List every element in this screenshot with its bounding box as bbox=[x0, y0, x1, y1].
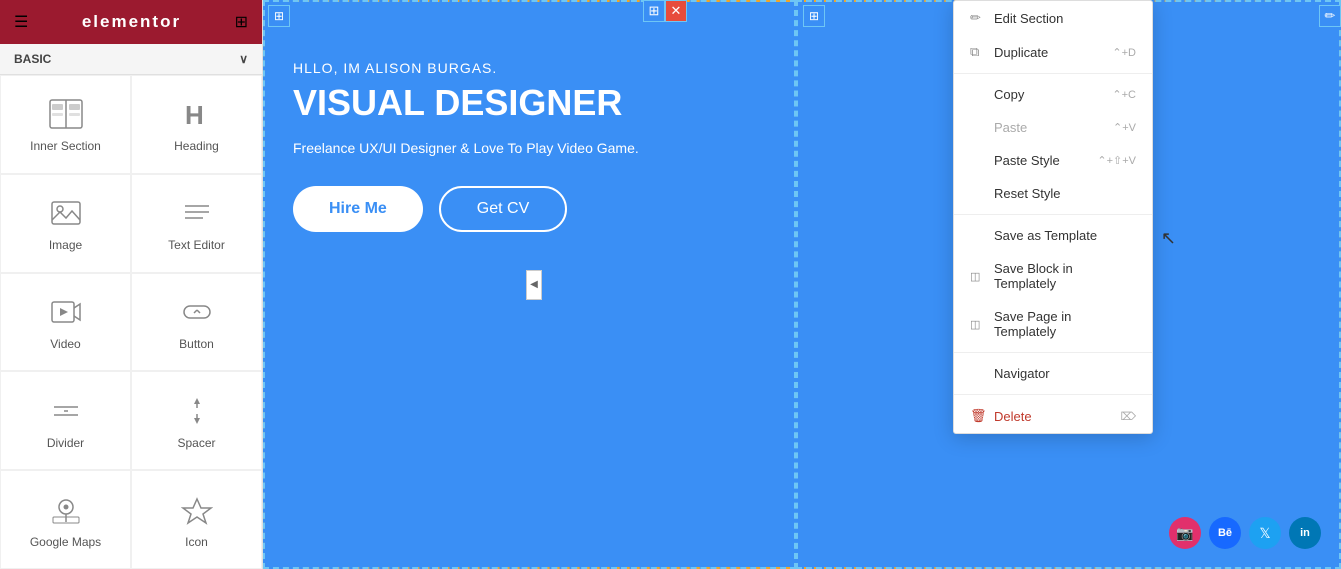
collapse-arrow[interactable]: ◀ bbox=[526, 270, 542, 300]
ctx-copy-label: Copy bbox=[994, 87, 1104, 102]
ctx-save-page[interactable]: ◫ Save Page in Templately bbox=[954, 300, 1152, 348]
ctx-save-template[interactable]: Save as Template bbox=[954, 219, 1152, 252]
col-handle-right[interactable]: ⊞ bbox=[803, 5, 825, 27]
divider-label: Divider bbox=[47, 436, 84, 450]
canvas: ⊞ ✕ ⊞ ⊞ ◀ HLLO, IM ALISON BURGAS. VISUAL… bbox=[263, 0, 1341, 569]
edit-icon: ✏ bbox=[970, 10, 986, 26]
ctx-reset-style-label: Reset Style bbox=[994, 186, 1128, 201]
ctx-delete-shortcut: ⌦ bbox=[1120, 410, 1136, 423]
ctx-save-template-label: Save as Template bbox=[994, 228, 1128, 243]
ctx-copy-shortcut: ⌃+C bbox=[1112, 88, 1136, 101]
google-maps-icon bbox=[50, 495, 82, 529]
ctx-edit-section-label: Edit Section bbox=[994, 11, 1128, 26]
ctx-save-page-label: Save Page in Templately bbox=[994, 309, 1128, 339]
ctx-duplicate-label: Duplicate bbox=[994, 45, 1104, 60]
ctx-divider-3 bbox=[954, 352, 1152, 353]
image-label: Image bbox=[49, 238, 82, 252]
ctx-divider-1 bbox=[954, 73, 1152, 74]
ctx-navigator[interactable]: Navigator bbox=[954, 357, 1152, 390]
heading-icon: H bbox=[181, 99, 213, 133]
button-icon bbox=[181, 297, 213, 331]
sidebar: ☰ elementor ⊞ BASIC ∨ Inner Section H He… bbox=[0, 0, 263, 569]
image-icon bbox=[50, 198, 82, 232]
spacer-label: Spacer bbox=[177, 436, 215, 450]
ctx-paste-shortcut: ⌃+V bbox=[1113, 121, 1136, 134]
edit-top-right-btn[interactable]: ✏ bbox=[1319, 5, 1341, 27]
text-editor-label: Text Editor bbox=[168, 238, 225, 252]
inner-section-icon bbox=[49, 99, 83, 133]
inner-section-label: Inner Section bbox=[30, 139, 101, 153]
widget-inner-section[interactable]: Inner Section bbox=[0, 75, 131, 174]
icon-label: Icon bbox=[185, 535, 208, 549]
icon-widget-icon bbox=[181, 495, 213, 529]
ctx-save-block-label: Save Block in Templately bbox=[994, 261, 1128, 291]
widget-text-editor[interactable]: Text Editor bbox=[131, 174, 262, 273]
ctx-paste-style[interactable]: Paste Style ⌃+⇧+V bbox=[954, 144, 1152, 177]
topbar: ☰ elementor ⊞ bbox=[0, 0, 262, 44]
button-label: Button bbox=[179, 337, 214, 351]
text-editor-icon bbox=[181, 198, 213, 232]
ctx-navigator-label: Navigator bbox=[994, 366, 1128, 381]
ctx-edit-section[interactable]: ✏ Edit Section bbox=[954, 1, 1152, 35]
ctx-paste-label: Paste bbox=[994, 120, 1105, 135]
hello-text: HLLO, IM ALISON BURGAS. bbox=[293, 60, 1311, 76]
grid-icon[interactable]: ⊞ bbox=[235, 12, 248, 32]
delete-icon: 🗑 bbox=[970, 408, 986, 424]
widget-divider[interactable]: Divider bbox=[0, 371, 131, 470]
twitter-icon[interactable]: 𝕏 bbox=[1249, 517, 1281, 549]
context-menu: ✏ Edit Section ⧉ Duplicate ⌃+D Copy ⌃+C … bbox=[953, 0, 1153, 434]
heading-label: Heading bbox=[174, 139, 219, 153]
spacer-icon bbox=[181, 396, 213, 430]
ctx-delete[interactable]: 🗑 Delete ⌦ bbox=[954, 399, 1152, 433]
section-top-bar: ⊞ ✕ bbox=[643, 0, 687, 22]
widget-image[interactable]: Image bbox=[0, 174, 131, 273]
save-block-icon: ◫ bbox=[970, 270, 986, 283]
ctx-duplicate-shortcut: ⌃+D bbox=[1112, 46, 1136, 59]
widget-icon[interactable]: Icon bbox=[131, 470, 262, 569]
behance-icon[interactable]: Bē bbox=[1209, 517, 1241, 549]
section-label: BASIC ∨ bbox=[0, 44, 262, 75]
hamburger-icon[interactable]: ☰ bbox=[14, 12, 28, 32]
google-maps-label: Google Maps bbox=[30, 535, 101, 549]
save-page-icon: ◫ bbox=[970, 318, 986, 331]
instagram-icon[interactable]: 📷 bbox=[1169, 517, 1201, 549]
section-grid-handle[interactable]: ⊞ bbox=[643, 0, 665, 22]
ctx-divider-2 bbox=[954, 214, 1152, 215]
widgets-grid: Inner Section H Heading Image Text Edito… bbox=[0, 75, 262, 569]
ctx-paste-style-label: Paste Style bbox=[994, 153, 1089, 168]
hire-me-button[interactable]: Hire Me bbox=[293, 186, 423, 232]
widget-heading[interactable]: H Heading bbox=[131, 75, 262, 174]
widget-google-maps[interactable]: Google Maps bbox=[0, 470, 131, 569]
divider-icon bbox=[50, 396, 82, 430]
section-chevron-icon[interactable]: ∨ bbox=[239, 52, 248, 66]
ctx-save-block[interactable]: ◫ Save Block in Templately bbox=[954, 252, 1152, 300]
social-icons: 📷 Bē 𝕏 in bbox=[1169, 517, 1321, 549]
svg-text:H: H bbox=[185, 100, 204, 129]
widget-video[interactable]: Video bbox=[0, 273, 131, 372]
get-cv-button[interactable]: Get CV bbox=[439, 186, 567, 232]
section-close-btn[interactable]: ✕ bbox=[665, 0, 687, 22]
btn-row: Hire Me Get CV bbox=[293, 186, 1311, 232]
ctx-copy[interactable]: Copy ⌃+C bbox=[954, 78, 1152, 111]
ctx-divider-4 bbox=[954, 394, 1152, 395]
ctx-duplicate[interactable]: ⧉ Duplicate ⌃+D bbox=[954, 35, 1152, 69]
title-text: VISUAL DESIGNER bbox=[293, 82, 1311, 124]
col-handle-left[interactable]: ⊞ bbox=[268, 5, 290, 27]
ctx-delete-label: Delete bbox=[994, 409, 1112, 424]
ctx-reset-style[interactable]: Reset Style bbox=[954, 177, 1152, 210]
elementor-logo: elementor bbox=[82, 12, 181, 32]
widget-button[interactable]: Button bbox=[131, 273, 262, 372]
subtitle-text: Freelance UX/UI Designer & Love To Play … bbox=[293, 140, 1311, 156]
canvas-content: HLLO, IM ALISON BURGAS. VISUAL DESIGNER … bbox=[263, 0, 1341, 262]
ctx-paste-style-shortcut: ⌃+⇧+V bbox=[1097, 154, 1136, 167]
widget-spacer[interactable]: Spacer bbox=[131, 371, 262, 470]
duplicate-icon: ⧉ bbox=[970, 44, 986, 60]
section-label-text: BASIC bbox=[14, 52, 51, 66]
video-label: Video bbox=[50, 337, 80, 351]
video-icon bbox=[50, 297, 82, 331]
ctx-paste: Paste ⌃+V bbox=[954, 111, 1152, 144]
linkedin-icon[interactable]: in bbox=[1289, 517, 1321, 549]
